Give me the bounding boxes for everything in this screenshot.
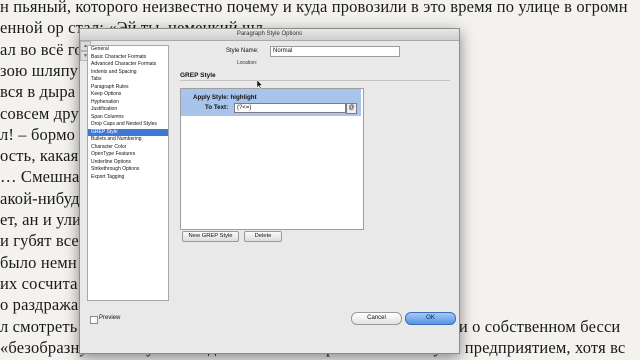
- sidebar-item[interactable]: Strikethrough Options: [88, 166, 168, 174]
- new-grep-style-button[interactable]: New GREP Style: [182, 231, 239, 242]
- document-text-line: н пьяный, которого неизвестно почему и к…: [0, 0, 628, 16]
- sidebar-item[interactable]: General: [88, 46, 168, 54]
- sidebar-item[interactable]: Paragraph Rules: [88, 84, 168, 92]
- sidebar-item[interactable]: Bullets and Numbering: [88, 136, 168, 144]
- sidebar-item[interactable]: Advanced Character Formats: [88, 61, 168, 69]
- sidebar-item[interactable]: Indents and Spacing: [88, 69, 168, 77]
- mouse-cursor-icon: [257, 80, 263, 89]
- document-text-line: совсем дру: [0, 103, 79, 123]
- location-label: Location:: [237, 60, 258, 66]
- ok-button[interactable]: OK: [405, 312, 456, 325]
- grep-style-list: Apply Style: highlight To Text: (?<=) @: [180, 88, 364, 230]
- sidebar-item[interactable]: GREP Style: [88, 128, 168, 136]
- sidebar-item[interactable]: Basic Character Formats: [88, 54, 168, 62]
- delete-button[interactable]: Delete: [244, 231, 282, 242]
- sidebar-item[interactable]: Span Columns: [88, 114, 168, 122]
- special-characters-icon[interactable]: @: [346, 102, 357, 114]
- to-text-input[interactable]: (?<=): [234, 102, 346, 113]
- document-text-line: и губят все: [0, 231, 79, 251]
- sidebar-item[interactable]: Justification: [88, 106, 168, 114]
- sidebar-item[interactable]: Drop Caps and Nested Styles: [88, 121, 168, 129]
- sidebar-item[interactable]: Underline Options: [88, 159, 168, 167]
- options-sidebar: General Basic Character Formats Advanced C…: [87, 45, 169, 301]
- section-divider: [180, 80, 450, 81]
- preview-checkbox[interactable]: [90, 316, 98, 324]
- section-title: GREP Style: [180, 72, 216, 79]
- apply-style-label[interactable]: Apply Style: highlight: [193, 94, 257, 101]
- style-name-input[interactable]: Normal: [270, 46, 400, 57]
- to-text-label: To Text:: [205, 104, 229, 111]
- dialog-title: Paragraph Style Options: [80, 29, 459, 41]
- sidebar-item[interactable]: Export Tagging: [88, 174, 168, 182]
- grep-style-row[interactable]: Apply Style: highlight To Text: (?<=) @: [181, 89, 361, 116]
- sidebar-item[interactable]: Tabs: [88, 76, 168, 84]
- sidebar-item[interactable]: Character Color: [88, 144, 168, 152]
- cancel-button[interactable]: Cancel: [351, 312, 402, 325]
- preview-label: Preview: [99, 315, 121, 321]
- paragraph-style-options-dialog: Paragraph Style Options General Basic Cha…: [79, 28, 460, 354]
- sidebar-item[interactable]: Hyphenation: [88, 99, 168, 107]
- sidebar-item[interactable]: Keep Options: [88, 91, 168, 99]
- sidebar-item[interactable]: OpenType Features: [88, 151, 168, 159]
- style-name-label: Style Name:: [226, 48, 259, 54]
